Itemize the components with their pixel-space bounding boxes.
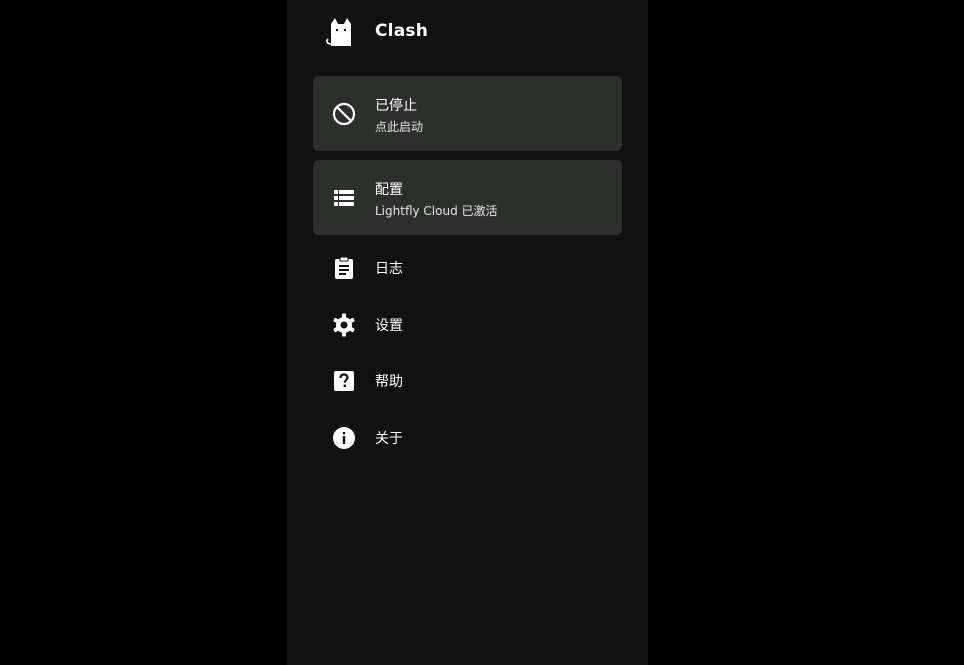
profile-card[interactable]: 配置 Lightfly Cloud 已激活 bbox=[313, 160, 622, 235]
status-card[interactable]: 已停止 点此启动 bbox=[313, 76, 622, 151]
help-icon bbox=[331, 368, 357, 394]
clash-cat-logo-icon bbox=[325, 16, 357, 48]
menu-label-logs: 日志 bbox=[375, 261, 403, 277]
info-icon bbox=[331, 425, 357, 451]
clipboard-icon bbox=[331, 255, 357, 281]
gear-icon bbox=[331, 312, 357, 338]
drawer-header: Clash bbox=[287, 0, 648, 64]
menu-item-settings[interactable]: 设置 bbox=[313, 300, 622, 348]
menu-item-about[interactable]: 关于 bbox=[313, 413, 622, 461]
menu-item-help[interactable]: 帮助 bbox=[313, 356, 622, 404]
navigation-drawer: Clash 已停止 点此启动 配置 Lightfly Cloud 已激活 日志 … bbox=[287, 0, 648, 665]
menu-item-logs[interactable]: 日志 bbox=[313, 243, 622, 291]
status-subtitle: 点此启动 bbox=[375, 120, 424, 134]
app-title: Clash bbox=[375, 21, 428, 41]
block-icon bbox=[331, 101, 357, 127]
menu-label-about: 关于 bbox=[375, 431, 403, 447]
menu-label-help: 帮助 bbox=[375, 374, 403, 390]
profile-subtitle: Lightfly Cloud 已激活 bbox=[375, 204, 498, 218]
list-icon bbox=[331, 185, 357, 211]
profile-title: 配置 bbox=[375, 182, 403, 198]
status-title: 已停止 bbox=[375, 98, 417, 114]
menu-label-settings: 设置 bbox=[375, 318, 403, 334]
